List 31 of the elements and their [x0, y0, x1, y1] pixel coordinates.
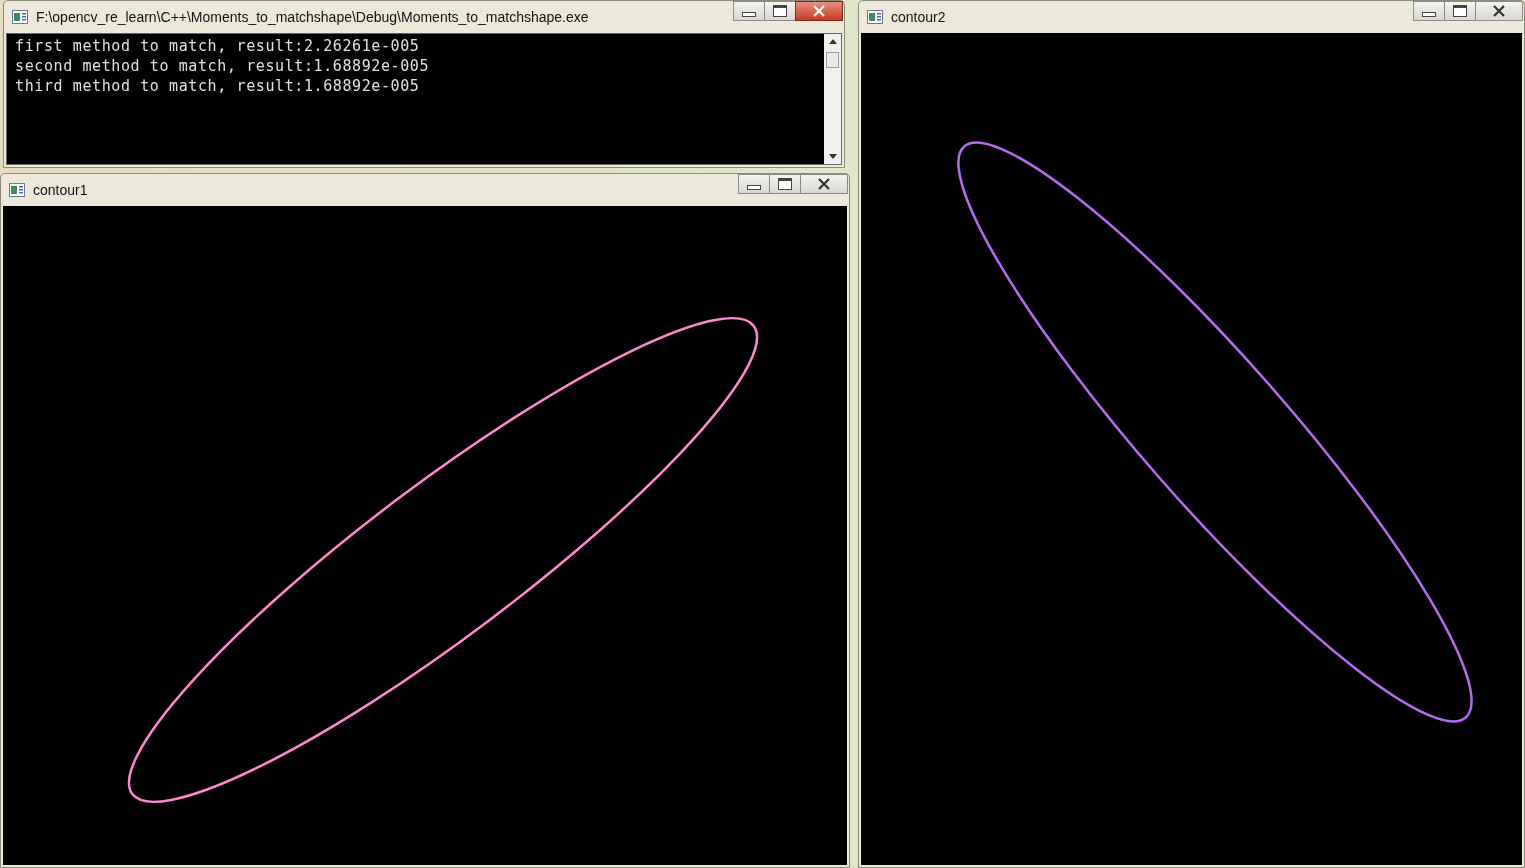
window-title: F:\opencv_re_learn\C++\Moments_to_matchshape\Debug\Moments_to_matchshape.exe	[36, 9, 589, 25]
close-button[interactable]	[800, 174, 848, 194]
maximize-button[interactable]	[1444, 1, 1476, 21]
scrollbar[interactable]	[824, 34, 841, 164]
minimize-icon	[742, 11, 756, 17]
console-line: third method to match, result:1.68892e-005	[15, 76, 421, 96]
scroll-down-icon[interactable]	[828, 154, 837, 159]
maximize-button[interactable]	[764, 1, 796, 21]
minimize-button[interactable]	[738, 174, 770, 194]
minimize-button[interactable]	[1413, 1, 1445, 21]
close-icon	[817, 178, 831, 190]
minimize-icon	[1422, 11, 1436, 17]
close-icon	[812, 5, 826, 17]
console-line: first method to match, result:2.26261e-005	[15, 36, 421, 56]
maximize-icon	[778, 178, 792, 190]
scroll-up-icon[interactable]	[828, 39, 837, 44]
scroll-thumb[interactable]	[826, 52, 839, 68]
app-icon	[867, 10, 883, 24]
window-title: contour2	[891, 9, 946, 25]
close-button[interactable]	[1475, 1, 1523, 21]
console-line: second method to match, result:1.68892e-005	[15, 56, 431, 76]
minimize-button[interactable]	[733, 1, 765, 21]
minimize-icon	[747, 184, 761, 190]
close-icon	[1492, 5, 1506, 17]
maximize-icon	[773, 5, 787, 17]
close-button[interactable]	[795, 1, 843, 21]
app-icon	[9, 183, 25, 197]
window-title: contour1	[33, 182, 88, 198]
maximize-button[interactable]	[769, 174, 801, 194]
app-icon	[12, 10, 28, 24]
maximize-icon	[1453, 5, 1467, 17]
